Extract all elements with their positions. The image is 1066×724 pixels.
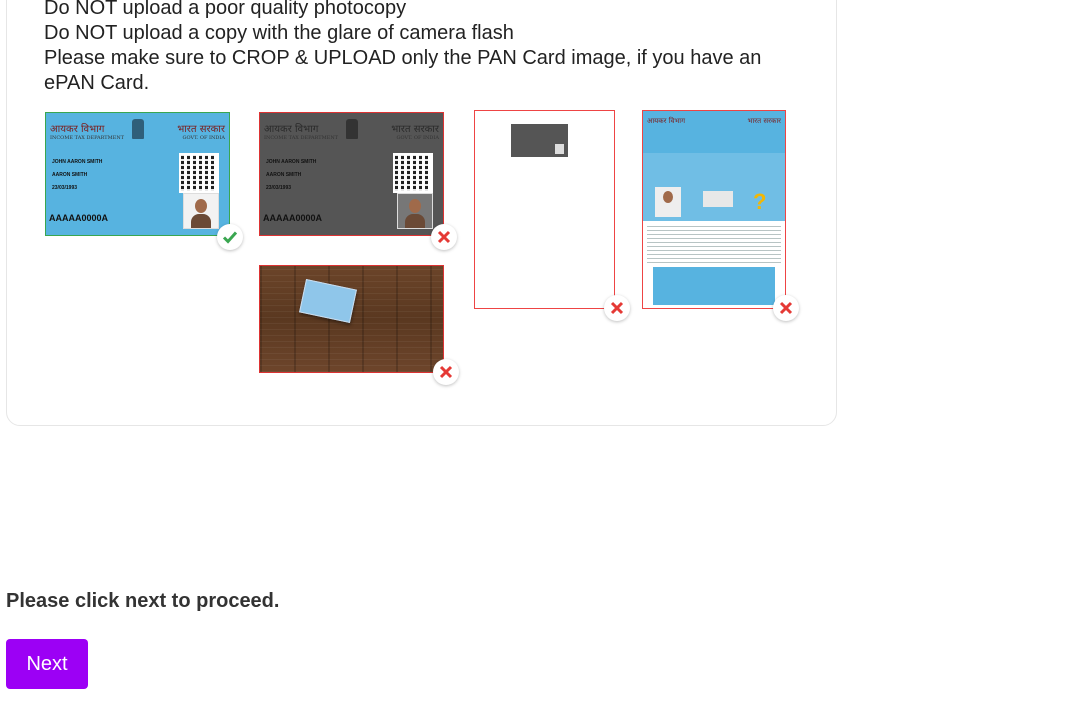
- cross-icon: [604, 295, 630, 321]
- cross-icon: [431, 224, 457, 250]
- card-dob: 23/03/1993: [52, 185, 78, 191]
- instruction-line: Please make sure to CROP & UPLOAD only t…: [44, 47, 762, 94]
- qr-code-icon: [179, 153, 219, 193]
- epan-header: आयकर विभाग भारत सरकार: [643, 111, 785, 153]
- card-dept-hindi: आयकर विभाग INCOME TAX DEPARTMENT: [264, 124, 339, 141]
- next-button[interactable]: Next: [6, 639, 88, 689]
- emblem-icon: [132, 119, 144, 139]
- instruction-line: Do NOT upload a copy with the glare of c…: [44, 22, 514, 44]
- card-father-name: AARON SMITH: [52, 172, 88, 178]
- epan-full-page-example: आयकर विभाग भारत सरकार ?: [642, 110, 786, 309]
- card-photo: [183, 193, 219, 229]
- epan-card-section: [653, 267, 775, 305]
- epan-fine-print: [647, 223, 781, 263]
- proceed-text: Please click next to proceed.: [6, 590, 280, 612]
- card-pan-number: AAAAA0000A: [263, 213, 323, 223]
- instruction-line: Do NOT upload a poor quality photocopy: [44, 0, 407, 19]
- card-on-table: [299, 278, 357, 324]
- qr-code-icon: [393, 153, 433, 193]
- epan-photo: [655, 187, 681, 217]
- card-father-name: AARON SMITH: [266, 172, 302, 178]
- question-icon: ?: [753, 189, 767, 214]
- photocopy-pan-card-example: आयकर विभाग INCOME TAX DEPARTMENT भारत सरक…: [259, 112, 444, 236]
- card-govt-hindi: भारत सरकार GOVT. OF INDIA: [177, 124, 225, 141]
- cross-icon: [773, 295, 799, 321]
- card-pan-number: AAAAA0000A: [49, 213, 109, 223]
- card-name: JOHN AARON SMITH: [52, 159, 103, 165]
- correct-pan-card-example: आयकर विभाग INCOME TAX DEPARTMENT भारत सरक…: [45, 112, 230, 236]
- card-on-table-example: [259, 265, 444, 373]
- instructions-text: Do NOT upload a poor quality photocopy D…: [44, 0, 804, 96]
- card-photo: [397, 193, 433, 229]
- card-dob: 23/03/1993: [266, 185, 292, 191]
- uncropped-page-example: [474, 110, 615, 309]
- emblem-icon: [346, 119, 358, 139]
- epan-signature: [703, 191, 733, 207]
- epan-dept-hindi: आयकर विभाग: [647, 117, 686, 125]
- card-govt-hindi: भारत सरकार GOVT. OF INDIA: [391, 124, 439, 141]
- cross-icon: [433, 359, 459, 385]
- card-name: JOHN AARON SMITH: [266, 159, 317, 165]
- card-dept-hindi: आयकर विभाग INCOME TAX DEPARTMENT: [50, 124, 125, 141]
- epan-govt-hindi: भारत सरकार: [747, 117, 781, 125]
- check-icon: [217, 224, 243, 250]
- small-card-on-page: [511, 124, 568, 157]
